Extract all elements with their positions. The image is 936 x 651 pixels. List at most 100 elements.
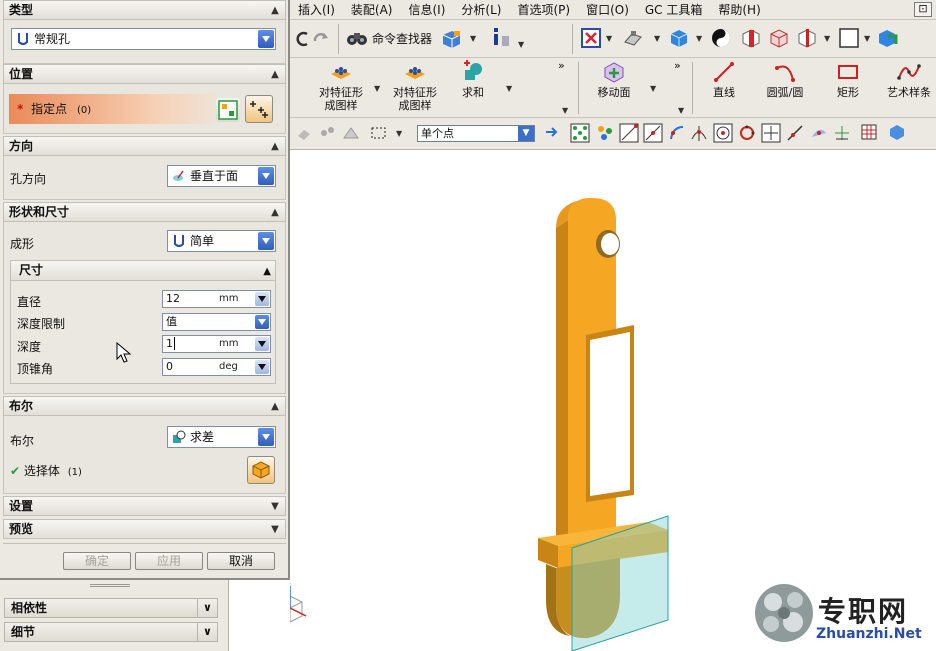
- clip-section-icon[interactable]: [796, 27, 818, 49]
- apply-button[interactable]: 应用: [135, 552, 203, 570]
- direction-section-header[interactable]: 方向 ▲: [3, 136, 286, 156]
- unite-button[interactable]: 求和: [450, 60, 496, 99]
- chevron-down-icon[interactable]: ∨: [197, 623, 217, 641]
- hole-type-select[interactable]: 常规孔: [11, 28, 276, 50]
- chevron-down-icon[interactable]: [258, 428, 274, 446]
- expression-menu-icon[interactable]: [255, 292, 269, 306]
- move-face-button[interactable]: 移动面: [586, 60, 642, 99]
- snap-midpoint-icon[interactable]: [643, 123, 663, 143]
- dependency-panel-header[interactable]: 相依性 ∨: [4, 598, 218, 618]
- snap-point-on-curve-icon[interactable]: [832, 123, 852, 143]
- background-color-icon[interactable]: [710, 27, 732, 49]
- pattern-feature-button-2[interactable]: 对特征形 成图样: [384, 60, 446, 112]
- snap-existing-point-icon[interactable]: [761, 123, 781, 143]
- select-body-row[interactable]: ✔ 选择体 (1): [10, 462, 82, 479]
- info-icon[interactable]: [490, 26, 512, 48]
- section-red-icon[interactable]: [740, 27, 762, 49]
- section-box-icon[interactable]: [768, 27, 790, 49]
- work-view-icon[interactable]: [888, 123, 906, 141]
- view-cube-icon[interactable]: [440, 28, 462, 50]
- chevron-up-icon[interactable]: ▲: [263, 262, 271, 281]
- snap-intersection-icon[interactable]: [689, 123, 709, 143]
- chevron-down-icon[interactable]: ∨: [197, 599, 217, 617]
- redo-icon[interactable]: [310, 28, 332, 50]
- expression-menu-icon[interactable]: [255, 360, 269, 374]
- color-box-icon[interactable]: [838, 27, 860, 49]
- hole-direction-select[interactable]: 垂直于面: [167, 165, 276, 187]
- command-finder-button[interactable]: 命令查找器: [346, 27, 432, 49]
- select-body-button[interactable]: [247, 456, 275, 484]
- chevron-down-icon[interactable]: ▼: [267, 498, 283, 514]
- menu-info[interactable]: 信息(I): [400, 1, 453, 18]
- snap-quadrant-icon[interactable]: [737, 123, 757, 143]
- chevron-down-icon[interactable]: [255, 315, 269, 329]
- toolbar2-overflow-2[interactable]: »: [674, 59, 681, 72]
- position-section-header[interactable]: 位置 ▲: [3, 64, 286, 84]
- snap-multi-icon[interactable]: [595, 123, 615, 143]
- graphics-window[interactable]: Z: [273, 150, 936, 651]
- type-section-header[interactable]: 类型 ▲: [3, 0, 286, 20]
- boolean-select[interactable]: 求差: [167, 426, 276, 448]
- chevron-down-icon[interactable]: ▼: [267, 521, 283, 537]
- menu-help[interactable]: 帮助(H): [710, 1, 768, 18]
- line-button[interactable]: 直线: [704, 60, 744, 99]
- ok-button[interactable]: 确定: [63, 552, 131, 570]
- chevron-up-icon[interactable]: ▲: [267, 398, 283, 414]
- menu-insert[interactable]: 插入(I): [290, 1, 343, 18]
- snap-on-curve-icon[interactable]: [785, 123, 805, 143]
- studio-spline-button[interactable]: 艺术样条: [882, 60, 936, 99]
- arc-circle-button[interactable]: 圆弧/圆: [760, 60, 810, 99]
- point-dialog-button[interactable]: [245, 95, 273, 123]
- chevron-up-icon[interactable]: ▲: [267, 2, 283, 18]
- snap-enable-icon[interactable]: [570, 123, 590, 143]
- specify-point-row[interactable]: * 指定点 (0): [9, 94, 215, 124]
- snap-control-point-icon[interactable]: [667, 123, 687, 143]
- preview-section-header[interactable]: 预览 ▼: [3, 519, 286, 539]
- rectangle-button[interactable]: 矩形: [830, 60, 866, 99]
- arrow-right-icon[interactable]: [544, 124, 560, 140]
- pattern-feature-button[interactable]: 对特征形 成图样: [310, 60, 372, 112]
- graphics-window-left[interactable]: [229, 580, 290, 651]
- snap-filter-select[interactable]: 单个点 ▼: [417, 125, 535, 142]
- expression-menu-icon[interactable]: [255, 337, 269, 351]
- snap-arc-center-icon[interactable]: [713, 123, 733, 143]
- chevron-up-icon[interactable]: ▲: [267, 66, 283, 82]
- tip-angle-input[interactable]: 0 deg: [162, 358, 271, 376]
- grid-icon[interactable]: [860, 123, 878, 141]
- fit-view-icon[interactable]: [580, 27, 602, 49]
- menu-preferences[interactable]: 首选项(P): [509, 1, 578, 18]
- chevron-up-icon[interactable]: ▲: [267, 204, 283, 220]
- form-select[interactable]: 简单: [167, 230, 276, 252]
- dimensions-header[interactable]: 尺寸 ▲: [11, 261, 275, 281]
- shaded-cube-icon[interactable]: [668, 27, 690, 49]
- boolean-section-header[interactable]: 布尔 ▲: [3, 396, 286, 416]
- window-restore-button[interactable]: ⊡: [914, 2, 932, 17]
- chevron-down-icon[interactable]: ▼: [518, 126, 534, 141]
- chevron-down-icon[interactable]: [258, 232, 274, 250]
- drag-handle[interactable]: [90, 584, 130, 587]
- chevron-up-icon[interactable]: ▲: [267, 138, 283, 154]
- toolbar2-overflow-1[interactable]: »: [558, 59, 565, 72]
- chevron-down-icon[interactable]: [258, 167, 274, 185]
- depth-limit-select[interactable]: 值: [162, 313, 271, 331]
- layer-move-icon[interactable]: [876, 27, 898, 49]
- snap-on-face-icon[interactable]: [809, 123, 829, 143]
- menu-window[interactable]: 窗口(O): [578, 1, 637, 18]
- details-panel-header[interactable]: 细节 ∨: [4, 622, 218, 642]
- menu-assembly[interactable]: 装配(A): [343, 1, 401, 18]
- shape-size-section-header[interactable]: 形状和尺寸 ▲: [3, 202, 286, 222]
- rect-select-icon[interactable]: [370, 124, 388, 142]
- render-style-icon[interactable]: [622, 27, 644, 49]
- snap-endpoint-icon[interactable]: [619, 123, 639, 143]
- menu-gc-toolbox[interactable]: GC 工具箱: [637, 1, 711, 18]
- chevron-down-icon[interactable]: [258, 30, 274, 48]
- cancel-button[interactable]: 取消: [207, 552, 275, 570]
- select-face-icon[interactable]: [342, 124, 360, 142]
- diameter-input[interactable]: 12 mm: [162, 290, 271, 308]
- sketch-section-button[interactable]: [216, 98, 240, 122]
- menu-analysis[interactable]: 分析(L): [453, 1, 509, 18]
- select-snap-icon[interactable]: [318, 124, 336, 142]
- select-feature-icon[interactable]: [296, 124, 314, 142]
- settings-section-header[interactable]: 设置 ▼: [3, 496, 286, 516]
- depth-input[interactable]: 1 mm: [162, 335, 271, 353]
